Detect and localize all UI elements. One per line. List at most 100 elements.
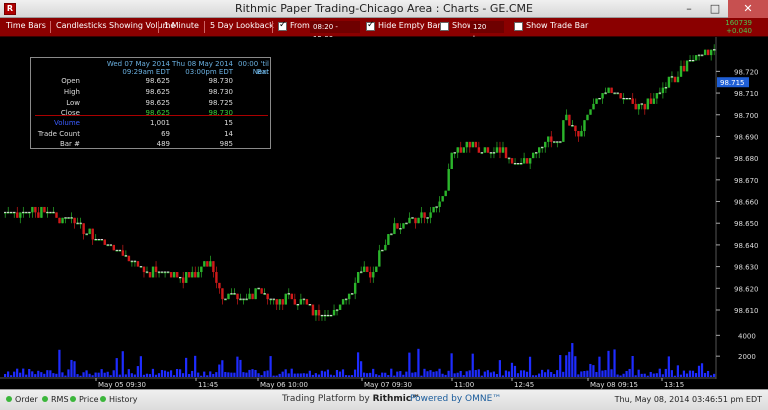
volume-bar bbox=[616, 374, 619, 377]
volume-bar bbox=[350, 375, 354, 377]
lookback-selector[interactable]: 5 Day Lookback bbox=[210, 21, 274, 30]
candle-body bbox=[486, 147, 490, 153]
candle-doji bbox=[85, 233, 88, 235]
volume-bar bbox=[577, 374, 580, 377]
maximize-button[interactable]: □ bbox=[702, 0, 728, 18]
status-rms[interactable]: RMS bbox=[42, 395, 69, 404]
volume-bar bbox=[501, 375, 505, 377]
price-tick-label: 98.640 bbox=[734, 242, 759, 250]
candle-body bbox=[655, 93, 659, 99]
volume-bar bbox=[272, 375, 275, 377]
volume-bar bbox=[550, 372, 553, 377]
volume-bar bbox=[7, 371, 10, 377]
candle-doji bbox=[115, 249, 119, 251]
volume-bar bbox=[151, 368, 155, 377]
volume-bar bbox=[64, 375, 67, 377]
candle-body bbox=[601, 93, 604, 99]
volume-bar bbox=[372, 368, 375, 377]
volume-bar bbox=[230, 372, 233, 377]
volume-bar bbox=[474, 370, 477, 377]
quote-summary: 160739 +0.040 bbox=[725, 19, 752, 35]
candle-doji bbox=[613, 92, 616, 94]
candle-doji bbox=[133, 260, 137, 262]
volume-bar bbox=[19, 372, 22, 377]
hide-empty-bars-checkbox[interactable] bbox=[366, 20, 375, 31]
close-button[interactable]: ✕ bbox=[728, 0, 768, 18]
minimize-button[interactable]: – bbox=[676, 0, 702, 18]
volume-bar bbox=[381, 372, 384, 377]
volume-bar bbox=[254, 369, 257, 377]
status-order[interactable]: Order bbox=[6, 395, 38, 404]
volume-bar bbox=[85, 370, 88, 377]
candle-body bbox=[643, 103, 647, 110]
window-title: Rithmic Paper Trading-Chicago Area : Cha… bbox=[234, 2, 533, 15]
candle-doji bbox=[571, 125, 574, 127]
volume-bar bbox=[507, 371, 511, 377]
candle-doji bbox=[94, 238, 97, 240]
interval-selector[interactable]: 1 Minute bbox=[164, 21, 199, 30]
show-bars-checkbox[interactable] bbox=[440, 22, 449, 31]
candle-body bbox=[203, 261, 206, 267]
candle-body bbox=[172, 272, 176, 278]
candle-body bbox=[634, 103, 637, 110]
volume-bar bbox=[694, 373, 698, 377]
candle-body bbox=[378, 250, 381, 267]
volume-bar bbox=[22, 368, 25, 377]
volume-bar bbox=[169, 370, 173, 377]
status-price[interactable]: Price bbox=[70, 395, 99, 404]
candle-body bbox=[103, 239, 106, 245]
volume-bar bbox=[679, 374, 683, 377]
volume-bar bbox=[40, 372, 43, 377]
candle-doji bbox=[426, 217, 429, 219]
candle-body bbox=[185, 272, 188, 283]
volume-bar bbox=[387, 375, 390, 377]
volume-bar bbox=[556, 370, 559, 377]
show-trade-bar-checkbox[interactable] bbox=[514, 22, 523, 31]
candle-body bbox=[501, 147, 505, 153]
volume-bar bbox=[402, 374, 405, 377]
volume-bar bbox=[314, 373, 317, 377]
volume-bar bbox=[28, 368, 31, 377]
volume-bar bbox=[574, 356, 577, 377]
candle-body bbox=[31, 206, 34, 213]
bar-type-selector[interactable]: Time Bars bbox=[6, 21, 46, 30]
candle-doji bbox=[124, 255, 128, 257]
candle-body bbox=[88, 228, 91, 235]
volume-bar bbox=[586, 370, 589, 377]
candle-doji bbox=[67, 217, 70, 219]
volume-bar bbox=[157, 373, 161, 377]
volume-bar bbox=[91, 375, 94, 377]
volume-bar bbox=[390, 368, 393, 377]
volume-bar bbox=[706, 370, 710, 377]
volume-bar bbox=[260, 375, 263, 377]
volume-bar bbox=[127, 369, 130, 377]
volume-bar bbox=[329, 374, 333, 377]
candle-body bbox=[402, 223, 405, 229]
volume-bar bbox=[130, 373, 133, 377]
volume-bar bbox=[541, 369, 544, 377]
show-trade-bar-label: Show Trade Bar bbox=[526, 21, 589, 30]
volume-bar bbox=[688, 370, 692, 377]
volume-bar bbox=[172, 375, 176, 377]
candle-doji bbox=[381, 249, 384, 251]
from-checkbox[interactable] bbox=[278, 20, 287, 31]
candle-doji bbox=[516, 163, 520, 165]
from-label: From bbox=[290, 21, 310, 30]
volume-bar bbox=[221, 360, 224, 377]
candle-doji bbox=[178, 276, 182, 278]
candle-body bbox=[679, 65, 683, 77]
volume-bar bbox=[480, 375, 483, 377]
volume-bar bbox=[435, 371, 438, 377]
bar-count-field[interactable]: 120 bars bbox=[470, 21, 504, 43]
candle-body bbox=[661, 87, 665, 94]
from-time-field[interactable]: 08:20 - 15:00 bbox=[310, 21, 360, 43]
candle-body bbox=[610, 87, 613, 94]
candle-doji bbox=[329, 314, 333, 316]
volume-bar bbox=[411, 372, 414, 377]
candle-doji bbox=[604, 92, 607, 94]
volume-bar bbox=[459, 370, 462, 377]
candle-doji bbox=[302, 298, 306, 300]
candle-doji bbox=[335, 309, 339, 311]
status-history[interactable]: History bbox=[100, 395, 137, 404]
volume-bar bbox=[534, 375, 538, 377]
